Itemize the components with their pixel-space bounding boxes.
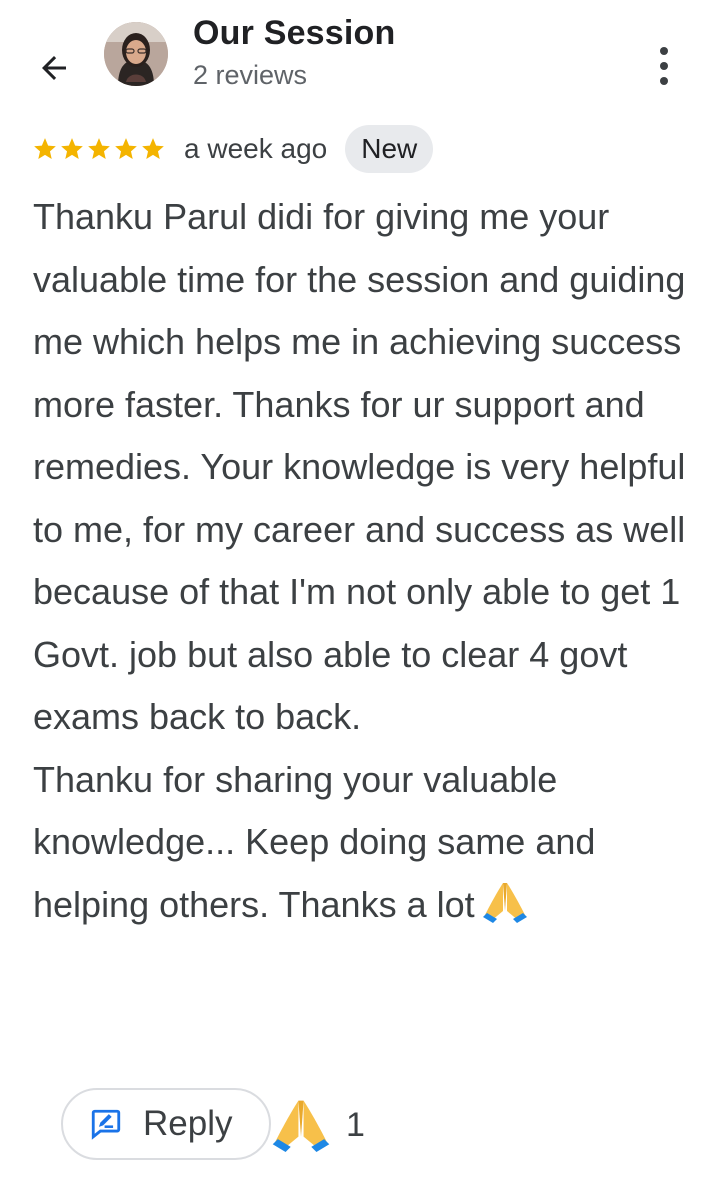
review-timestamp: a week ago [184, 133, 328, 164]
reply-label: Reply [143, 1104, 233, 1143]
page-title: Our Session [193, 14, 396, 52]
more-vertical-icon-dot [660, 77, 668, 85]
new-badge: New [345, 125, 434, 173]
avatar-image [104, 22, 168, 86]
arrow-back-icon [42, 56, 66, 80]
reaction-count: 1 [346, 1105, 365, 1144]
app-header: Our Session 2 reviews [0, 0, 720, 115]
star-icon [142, 138, 164, 159]
review-meta: a week ago New [32, 125, 434, 173]
more-options-button[interactable] [640, 40, 688, 92]
avatar[interactable] [104, 22, 168, 86]
review-body: Thanku Parul didi for giving me your val… [33, 186, 703, 942]
more-vertical-icon [660, 47, 668, 55]
reaction-button[interactable]: 1 [270, 1095, 365, 1155]
more-vertical-icon-dot [660, 62, 668, 70]
star-icon [88, 138, 110, 159]
folded-hands-icon [272, 1100, 330, 1152]
star-rating [32, 136, 166, 162]
review-text: Thanku Parul didi for giving me your val… [33, 196, 686, 925]
star-icon [61, 138, 83, 159]
back-button[interactable] [30, 44, 78, 92]
star-icon [115, 138, 137, 159]
reply-button[interactable]: Reply [61, 1088, 271, 1160]
review-count: 2 reviews [193, 60, 308, 90]
folded-hands-icon [481, 880, 529, 943]
star-icon [34, 138, 56, 159]
reply-edit-icon [91, 1109, 121, 1140]
